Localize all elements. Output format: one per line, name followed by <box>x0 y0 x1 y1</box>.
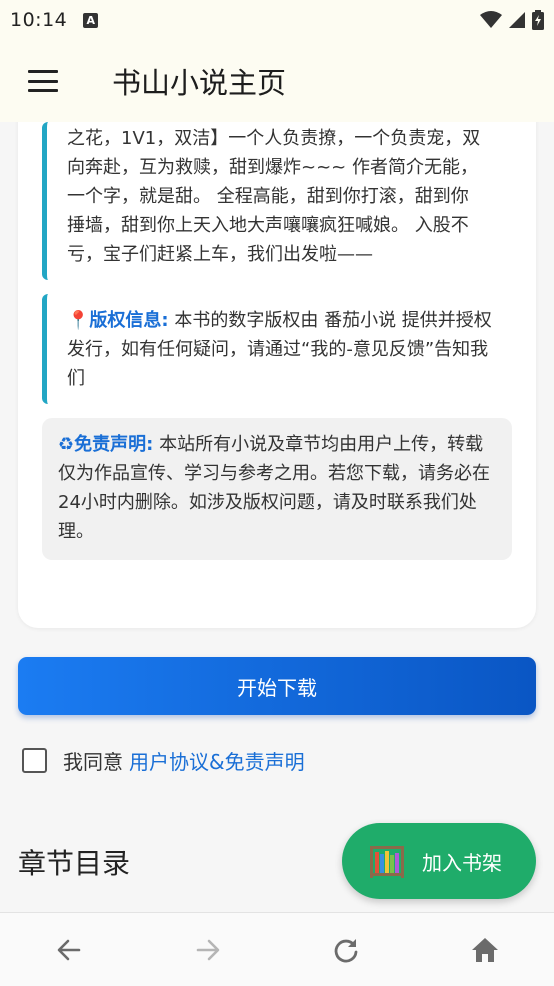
intro-line: 亏，宝子们赶紧上车，我们出发啦—— <box>67 244 373 265</box>
pin-icon: 📍 <box>67 310 90 331</box>
intro-line: 一个字，就是甜。 全程高能，甜到你打滚，甜到你 <box>67 186 469 207</box>
battery-icon <box>532 10 544 30</box>
app-screen: 10:14 A 书山小说主页 之花，1V1，双洁】一个人负责撩，一个负责宠，双 … <box>0 0 554 986</box>
book-info-card: 之花，1V1，双洁】一个人负责撩，一个负责宠，双 向奔赴，互为救赎，甜到爆炸~~… <box>18 122 536 628</box>
add-to-bookshelf-button[interactable]: 加入书架 <box>342 823 536 899</box>
status-time: 10:14 <box>10 9 68 31</box>
back-button[interactable] <box>39 920 99 980</box>
intro-line: 捶墙，甜到你上天入地大声嚷嚷疯狂喊娘。 入股不 <box>67 215 469 236</box>
bottom-nav-bar <box>0 912 554 986</box>
home-icon <box>471 937 498 962</box>
main-content[interactable]: 之花，1V1，双洁】一个人负责撩，一个负责宠，双 向奔赴，互为救赎，甜到爆炸~~… <box>0 122 554 912</box>
home-button[interactable] <box>455 920 515 980</box>
bookshelf-icon <box>370 846 404 878</box>
forward-button[interactable] <box>178 920 238 980</box>
copyright-quote: 📍版权信息: 本书的数字版权由 番茄小说 提供并授权发行，如有任何疑问，请通过“… <box>42 294 498 404</box>
copyright-label: 版权信息: <box>89 310 169 331</box>
status-bar: 10:14 A <box>0 0 554 40</box>
agree-prefix: 我同意 <box>63 750 123 774</box>
wifi-icon <box>480 11 502 28</box>
recycle-icon: ♻ <box>58 434 75 455</box>
start-download-button[interactable]: 开始下载 <box>18 657 536 715</box>
a-notification-icon: A <box>83 12 99 28</box>
agree-checkbox[interactable] <box>22 748 47 773</box>
book-intro-quote: 之花，1V1，双洁】一个人负责撩，一个负责宠，双 向奔赴，互为救赎，甜到爆炸~~… <box>42 122 498 280</box>
signal-icon <box>509 12 525 28</box>
page-title: 书山小说主页 <box>112 66 287 100</box>
status-icons <box>480 10 544 30</box>
add-to-bookshelf-label: 加入书架 <box>422 850 502 875</box>
intro-line: 之花，1V1，双洁】一个人负责撩，一个负责宠，双 <box>67 128 481 149</box>
disclaimer-box: ♻免责声明: 本站所有小说及章节均由用户上传，转载仅为作品宣传、学习与参考之用。… <box>42 418 512 560</box>
intro-line: 向奔赴，互为救赎，甜到爆炸~~~ 作者简介无能， <box>67 157 478 178</box>
terms-link[interactable]: 用户协议&免责声明 <box>129 746 305 775</box>
back-icon <box>57 939 81 960</box>
refresh-icon <box>334 938 358 962</box>
forward-icon <box>196 939 220 960</box>
agreement-row: 我同意 用户协议&免责声明 <box>22 746 305 775</box>
disclaimer-label: 免责声明: <box>74 434 154 455</box>
menu-icon[interactable] <box>28 70 58 92</box>
app-bar: 书山小说主页 <box>0 40 554 122</box>
chapter-list-title: 章节目录 <box>18 847 131 880</box>
refresh-button[interactable] <box>316 920 376 980</box>
